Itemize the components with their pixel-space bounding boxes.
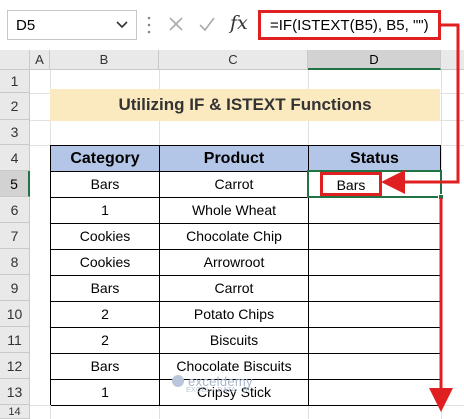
insert-function-icon[interactable]: fx: [230, 12, 248, 34]
row-header-10[interactable]: 10: [0, 301, 30, 327]
row-header-12[interactable]: 12: [0, 353, 30, 379]
table-cell[interactable]: 2: [51, 328, 160, 354]
enter-check-icon[interactable]: [198, 16, 216, 32]
row-header-3[interactable]: 3: [0, 120, 30, 145]
row-header-6[interactable]: 6: [0, 197, 30, 223]
sheet-title[interactable]: Utilizing IF & ISTEXT Functions: [50, 89, 440, 121]
table-cell[interactable]: [309, 302, 441, 328]
table-cell[interactable]: [309, 354, 441, 380]
formula-bar: D5 fx =IF(ISTEXT(B5), B5, ""): [0, 0, 464, 50]
table-cell[interactable]: Carrot: [160, 172, 309, 198]
row-header-9[interactable]: 9: [0, 275, 30, 301]
row-header-1[interactable]: 1: [0, 70, 30, 93]
column-header-b[interactable]: B: [50, 50, 159, 70]
formula-actions: fx: [160, 10, 256, 40]
table-cell[interactable]: Bars: [51, 276, 160, 302]
name-box[interactable]: D5: [7, 10, 137, 40]
exceldemy-logo-icon: [172, 375, 184, 387]
column-header-e[interactable]: [441, 50, 464, 70]
table-cell[interactable]: Whole Wheat: [160, 198, 309, 224]
header-category[interactable]: Category: [51, 146, 160, 172]
watermark-tagline: EXCEL · DATA · BI: [186, 387, 251, 394]
row-header-7[interactable]: 7: [0, 223, 30, 249]
table-cell[interactable]: Cookies: [51, 250, 160, 276]
row-header-2[interactable]: 2: [0, 93, 30, 120]
table-cell[interactable]: [309, 380, 441, 406]
formula-input[interactable]: =IF(ISTEXT(B5), B5, ""): [258, 10, 441, 40]
table-cell[interactable]: [309, 224, 441, 250]
table-cell[interactable]: [309, 250, 441, 276]
table-cell[interactable]: Chocolate Chip: [160, 224, 309, 250]
header-product[interactable]: Product: [160, 146, 309, 172]
result-value: Bars: [336, 177, 366, 193]
name-box-value: D5: [16, 17, 36, 34]
table-cell[interactable]: Carrot: [160, 276, 309, 302]
result-callout: Bars: [320, 172, 382, 196]
row-header-11[interactable]: 11: [0, 327, 30, 353]
fill-handle[interactable]: [438, 194, 444, 200]
table-cell[interactable]: Biscuits: [160, 328, 309, 354]
exceldemy-watermark: exceldemy EXCEL · DATA · BI: [172, 374, 253, 394]
table-cell[interactable]: Cookies: [51, 224, 160, 250]
table-cell[interactable]: 1: [51, 198, 160, 224]
column-header-d[interactable]: D: [308, 50, 441, 70]
chevron-down-icon[interactable]: [116, 18, 128, 32]
table-cell[interactable]: 1: [51, 380, 160, 406]
table-cell[interactable]: [309, 198, 441, 224]
select-all-corner[interactable]: [0, 50, 30, 70]
row-header-8[interactable]: 8: [0, 249, 30, 275]
table-cell[interactable]: [309, 328, 441, 354]
row-header-5[interactable]: 5: [0, 171, 30, 197]
cancel-icon[interactable]: [168, 16, 184, 32]
table-cell[interactable]: Arrowroot: [160, 250, 309, 276]
row-header-13[interactable]: 13: [0, 379, 30, 405]
table-cell[interactable]: Bars: [51, 172, 160, 198]
column-header-c[interactable]: C: [159, 50, 308, 70]
table-cell[interactable]: [309, 276, 441, 302]
formula-text: =IF(ISTEXT(B5), B5, ""): [270, 17, 429, 34]
table-cell[interactable]: Potato Chips: [160, 302, 309, 328]
table-cell[interactable]: 2: [51, 302, 160, 328]
row-header-14[interactable]: 14: [0, 405, 30, 419]
header-status[interactable]: Status: [309, 146, 441, 172]
row-header-4[interactable]: 4: [0, 145, 30, 171]
drag-handle-icon[interactable]: [147, 14, 151, 36]
table-cell[interactable]: Bars: [51, 354, 160, 380]
column-header-a[interactable]: A: [30, 50, 50, 70]
